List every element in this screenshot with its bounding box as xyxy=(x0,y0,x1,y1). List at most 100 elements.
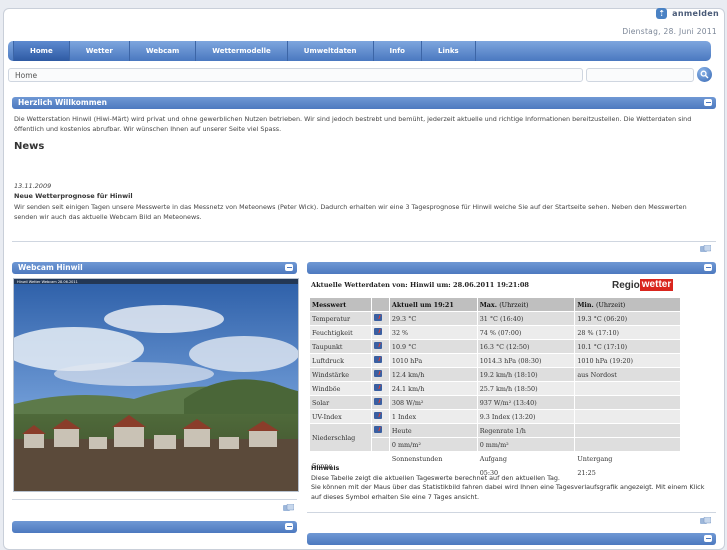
table-row: Windböe 24.1 km/h 25.7 km/h (18:50) xyxy=(309,381,681,396)
weather-table: Messwert Aktuell um 19:21 Max. (Uhrzeit)… xyxy=(309,297,681,480)
nav-links[interactable]: Links xyxy=(422,41,476,61)
chart-icon-cell[interactable] xyxy=(370,423,390,438)
divider xyxy=(12,499,297,500)
nav-wetter[interactable]: Wetter xyxy=(70,41,130,61)
col-header: Messwert xyxy=(309,297,372,312)
nav-wettermodelle[interactable]: Wettermodelle xyxy=(196,41,288,61)
measure-name: Windböe xyxy=(309,381,372,396)
current-value: 1010 hPa xyxy=(388,353,478,368)
feed-icon[interactable] xyxy=(700,517,711,525)
current-value: 12.4 km/h xyxy=(388,367,478,382)
user-area: ⇡ anmelden xyxy=(656,8,719,19)
chart-icon-cell[interactable] xyxy=(370,367,390,382)
chart-icon[interactable] xyxy=(373,314,382,321)
max-value: 16.3 °C (12:50) xyxy=(476,339,576,354)
max-value: 74 % (07:00) xyxy=(476,325,576,340)
min-value: 10.1 °C (17:10) xyxy=(574,339,681,354)
table-row: Taupunkt 10.9 °C 16.3 °C (12:50) 10.1 °C… xyxy=(309,339,681,354)
max-value: 9.3 Index (13:20) xyxy=(476,409,576,424)
max-value: 19.2 km/h (18:10) xyxy=(476,367,576,382)
current-value: 10.9 °C xyxy=(388,339,478,354)
webcam-landscape-image: Hinwil Wetter Webcam 28.06.2011 xyxy=(14,279,298,491)
regiowetter-logo[interactable]: Regio wetter xyxy=(612,279,674,291)
rain-today-label: Heute xyxy=(388,423,478,438)
measure-name: Windstärke xyxy=(309,367,372,382)
collapse-icon[interactable] xyxy=(704,535,712,542)
table-row: Solar 308 W/m² 937 W/m² (13:40) xyxy=(309,395,681,410)
table-row: Temperatur 29.3 °C 31 °C (16:40) 19.3 °C… xyxy=(309,311,681,326)
measure-name: Temperatur xyxy=(309,311,372,326)
collapse-icon[interactable] xyxy=(704,99,712,106)
divider xyxy=(12,241,716,242)
min-value: 28 % (17:10) xyxy=(574,325,681,340)
chart-icon-cell[interactable] xyxy=(370,325,390,340)
logo-text-2: wetter xyxy=(639,279,674,291)
chart-icon-cell[interactable] xyxy=(370,353,390,368)
feed-icon[interactable] xyxy=(283,504,294,512)
chart-icon[interactable] xyxy=(373,342,382,349)
news-headline: Neue Wetterprognose für Hinwil xyxy=(14,192,133,200)
chart-icon[interactable] xyxy=(373,398,382,405)
min-value: 1010 hPa (19:20) xyxy=(574,353,681,368)
login-link[interactable]: anmelden xyxy=(672,9,719,18)
chart-icon[interactable] xyxy=(373,384,382,391)
table-row: Feuchtigkeit 32 % 74 % (07:00) 28 % (17:… xyxy=(309,325,681,340)
divider xyxy=(307,512,716,513)
search-input[interactable] xyxy=(586,68,694,82)
welcome-panel-header: Herzlich Willkommen xyxy=(12,97,716,109)
news-date: 13.11.2009 xyxy=(14,182,52,190)
weather-panel-header xyxy=(307,262,716,274)
right-bottom-panel-header xyxy=(307,533,716,545)
measure-name: Solar xyxy=(309,395,372,410)
logo-text-1: Regio xyxy=(612,279,640,291)
current-value: 24.1 km/h xyxy=(388,381,478,396)
welcome-panel-title: Herzlich Willkommen xyxy=(18,98,107,107)
hint-line-2: Sie können mit der Maus über das Statist… xyxy=(311,483,705,501)
news-body: Wir senden seit einigen Tagen unsere Mes… xyxy=(14,203,687,221)
hint-title: Hinweis xyxy=(311,464,340,472)
main-nav: Home Wetter Webcam Wettermodelle Umweltd… xyxy=(8,41,711,61)
search-button[interactable] xyxy=(697,67,712,82)
chart-icon[interactable] xyxy=(373,328,382,335)
measure-name: Feuchtigkeit xyxy=(309,325,372,340)
min-value xyxy=(574,395,681,410)
feed-icon[interactable] xyxy=(700,245,711,253)
col-header-unit: (Uhrzeit) xyxy=(595,300,626,309)
webcam-caption: Hinwil Wetter Webcam 28.06.2011 xyxy=(17,280,78,284)
nav-webcam[interactable]: Webcam xyxy=(130,41,197,61)
table-row: Windstärke 12.4 km/h 19.2 km/h (18:10) a… xyxy=(309,367,681,382)
nav-info[interactable]: Info xyxy=(374,41,422,61)
collapse-icon[interactable] xyxy=(704,264,712,271)
chart-icon-cell[interactable] xyxy=(370,311,390,326)
collapse-icon[interactable] xyxy=(285,264,293,271)
webcam-panel-title: Webcam Hinwil xyxy=(18,263,83,272)
chart-icon-cell[interactable] xyxy=(370,409,390,424)
chart-icon-cell[interactable] xyxy=(370,381,390,396)
max-value: 25.7 km/h (18:50) xyxy=(476,381,576,396)
table-header-row: Messwert Aktuell um 19:21 Max. (Uhrzeit)… xyxy=(309,297,681,312)
min-value xyxy=(574,409,681,424)
chart-icon[interactable] xyxy=(373,370,382,377)
nav-home[interactable]: Home xyxy=(14,41,70,61)
col-header: Min. (Uhrzeit) xyxy=(574,297,681,312)
col-header: Aktuell um 19:21 xyxy=(388,297,478,312)
rain-today-value: 0 mm/m² xyxy=(388,437,478,452)
chart-icon[interactable] xyxy=(373,412,382,419)
collapse-icon[interactable] xyxy=(285,523,293,530)
current-value: 29.3 °C xyxy=(388,311,478,326)
max-value: 937 W/m² (13:40) xyxy=(476,395,576,410)
col-header-min: Min. xyxy=(577,300,594,309)
webcam-image[interactable]: Hinwil Wetter Webcam 28.06.2011 xyxy=(13,278,299,492)
chart-icon-cell[interactable] xyxy=(370,395,390,410)
nav-umweltdaten[interactable]: Umweltdaten xyxy=(288,41,374,61)
user-icon[interactable]: ⇡ xyxy=(656,8,668,19)
measure-name: Luftdruck xyxy=(309,353,372,368)
search-icon xyxy=(700,70,709,79)
chart-icon[interactable] xyxy=(373,426,382,433)
current-value: 1 Index xyxy=(388,409,478,424)
hint-box: Hinweis Diese Tabelle zeigt die aktuelle… xyxy=(311,464,711,502)
chart-icon[interactable] xyxy=(373,356,382,363)
max-value: 31 °C (16:40) xyxy=(476,311,576,326)
weather-heading: Aktuelle Wetterdaten von: Hinwil um: 28.… xyxy=(311,281,530,289)
chart-icon-cell[interactable] xyxy=(370,339,390,354)
